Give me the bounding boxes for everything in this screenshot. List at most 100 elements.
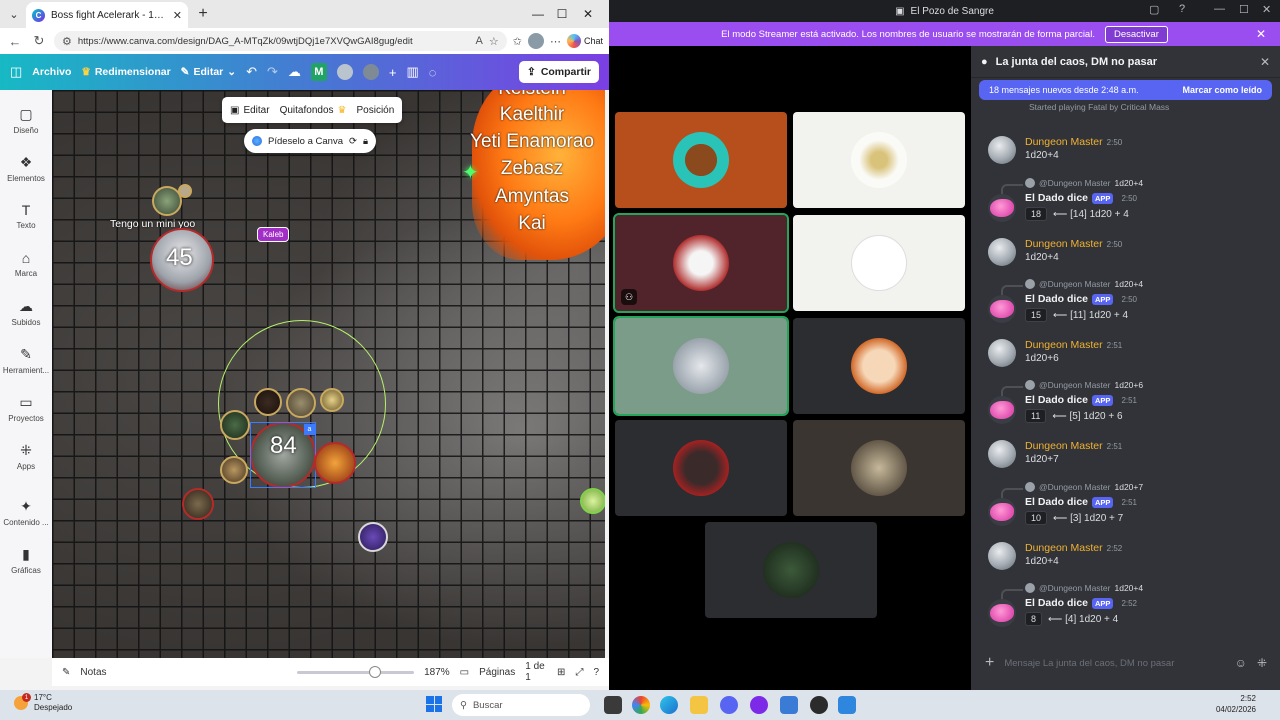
- ask-canva-button[interactable]: Pídeselo a Canva ⟳ 🔒︎: [244, 129, 377, 153]
- tab-canva[interactable]: C Boss fight Acelerark - 14.896 × 17 ✕: [26, 2, 188, 28]
- back-icon[interactable]: ←: [6, 32, 24, 50]
- token[interactable]: [220, 410, 250, 440]
- dice-bot-avatar[interactable]: [988, 295, 1016, 323]
- selection-handle[interactable]: a: [304, 424, 315, 435]
- rail-item-contenido[interactable]: ✦ Contenido ...: [0, 498, 52, 527]
- token[interactable]: [182, 488, 214, 520]
- canva-app-icon[interactable]: [750, 696, 768, 714]
- dice-bot-avatar[interactable]: [988, 194, 1016, 222]
- voice-tile[interactable]: [793, 318, 965, 414]
- zoom-level[interactable]: 187%: [424, 667, 450, 678]
- reply-preview[interactable]: @Dungeon Master 1d20+4: [1025, 583, 1143, 593]
- app-icon[interactable]: [810, 696, 828, 714]
- help-icon[interactable]: ?: [1179, 3, 1185, 15]
- attach-plus-icon[interactable]: +: [985, 654, 994, 672]
- pages-icon[interactable]: ▭: [460, 667, 469, 678]
- redimensionar-button[interactable]: ♛ Redimensionar: [81, 66, 170, 78]
- deactivate-button[interactable]: Desactivar: [1104, 25, 1168, 43]
- rail-item-proyectos[interactable]: ▭ Proyectos: [0, 394, 52, 423]
- message-input[interactable]: + Mensaje La junta del caos, DM no pasar…: [985, 650, 1267, 676]
- rail-item-apps[interactable]: ⁜ Apps: [0, 442, 52, 471]
- help-icon[interactable]: ?: [593, 667, 599, 678]
- party-member-name[interactable]: Zebasz: [462, 158, 602, 180]
- minimize-icon[interactable]: —: [1214, 3, 1225, 15]
- close-thread-icon[interactable]: ✕: [1260, 55, 1270, 69]
- chrome-icon[interactable]: [632, 696, 650, 714]
- rail-item-subidos[interactable]: ☁ Subidos: [0, 298, 52, 327]
- reply-preview[interactable]: @Dungeon Master 1d20+4: [1025, 178, 1143, 188]
- notes-icon[interactable]: ✎: [62, 667, 70, 678]
- token[interactable]: [580, 488, 605, 514]
- message-author[interactable]: El Dado dice APP 2:51: [1025, 394, 1137, 406]
- voice-tile[interactable]: [615, 112, 787, 208]
- party-member-name[interactable]: Kai: [462, 213, 602, 235]
- tab-list-dropdown-icon[interactable]: ⌄: [4, 4, 24, 24]
- dice-bot-avatar[interactable]: [988, 396, 1016, 424]
- task-view-icon[interactable]: [604, 696, 622, 714]
- insights-icon[interactable]: ▥: [406, 64, 418, 80]
- message-author[interactable]: El Dado dice APP 2:50: [1025, 293, 1137, 305]
- windows-start-icon[interactable]: [426, 696, 442, 712]
- favorites-icon[interactable]: ✩: [513, 35, 522, 48]
- share-button[interactable]: ⇪ Compartir: [519, 61, 599, 83]
- message-author[interactable]: El Dado dice APP 2:51: [1025, 496, 1137, 508]
- sidebar-toggle-icon[interactable]: ◫: [10, 64, 22, 80]
- comment-icon[interactable]: ◌: [429, 65, 437, 80]
- close-banner-icon[interactable]: ✕: [1256, 27, 1266, 41]
- inbox-icon[interactable]: ▢: [1149, 3, 1159, 16]
- system-clock[interactable]: 2:52 04/02/2026: [1216, 693, 1256, 715]
- voice-tile[interactable]: [615, 420, 787, 516]
- notes-button[interactable]: Notas: [80, 667, 106, 678]
- rotate-icon[interactable]: ⟳: [349, 136, 357, 147]
- reply-preview[interactable]: @Dungeon Master 1d20+7: [1025, 482, 1143, 492]
- quitafondos-button[interactable]: Quitafondos ♛: [280, 105, 347, 116]
- reply-preview[interactable]: @Dungeon Master 1d20+6: [1025, 380, 1143, 390]
- read-aloud-icon[interactable]: A: [476, 35, 483, 47]
- message-author[interactable]: Dungeon Master 2:50: [1025, 238, 1122, 250]
- new-tab-icon[interactable]: +: [193, 4, 213, 24]
- design-canvas[interactable]: Kelstein Kaelthir Yeti Enamorao Zebasz A…: [52, 90, 605, 658]
- dice-bot-avatar[interactable]: [988, 599, 1016, 627]
- message-author[interactable]: Dungeon Master 2:52: [1025, 542, 1122, 554]
- rail-item-herramientas[interactable]: ✎ Herramient...: [0, 346, 52, 375]
- message-author[interactable]: El Dado dice APP 2:50: [1025, 192, 1137, 204]
- party-member-name[interactable]: Kelstein: [462, 90, 602, 100]
- rail-item-elementos[interactable]: ❖ Elementos: [0, 154, 52, 183]
- dm-avatar[interactable]: [988, 136, 1016, 164]
- party-member-name[interactable]: Yeti Enamorao: [462, 131, 602, 153]
- close-window-icon[interactable]: ✕: [578, 4, 598, 24]
- dm-avatar[interactable]: [988, 440, 1016, 468]
- mark-read-button[interactable]: Marcar como leído: [1182, 85, 1262, 95]
- edit-image-button[interactable]: ▣ Editar: [230, 105, 270, 116]
- voice-tile[interactable]: [793, 215, 965, 311]
- party-member-name[interactable]: Amyntas: [462, 186, 602, 208]
- undo-icon[interactable]: ↶: [246, 64, 257, 80]
- photos-icon[interactable]: [838, 696, 856, 714]
- new-messages-bar[interactable]: 18 mensajes nuevos desde 2:48 a.m. Marca…: [979, 80, 1272, 100]
- dm-avatar[interactable]: [988, 542, 1016, 570]
- posicion-button[interactable]: Posición: [356, 105, 394, 116]
- voice-tile[interactable]: [705, 522, 877, 618]
- dm-avatar[interactable]: [988, 238, 1016, 266]
- lock-icon[interactable]: 🔒︎: [363, 136, 368, 147]
- favorite-star-icon[interactable]: ☆: [489, 35, 499, 48]
- rail-item-texto[interactable]: T Texto: [0, 202, 52, 230]
- taskbar-search[interactable]: ⚲ Buscar: [452, 694, 590, 716]
- edge-icon[interactable]: [660, 696, 678, 714]
- pages-button[interactable]: Páginas: [479, 667, 515, 678]
- apps-icon[interactable]: ⁜: [1257, 656, 1267, 670]
- grid-view-icon[interactable]: ⊞: [557, 667, 565, 678]
- maximize-icon[interactable]: ☐: [552, 4, 572, 24]
- emoji-icon[interactable]: ☺: [1235, 656, 1247, 670]
- token[interactable]: [286, 388, 316, 418]
- voice-tile[interactable]: [793, 112, 965, 208]
- site-info-icon[interactable]: ⚙: [62, 35, 72, 48]
- more-menu-icon[interactable]: ⋯: [550, 35, 561, 48]
- archivo-menu[interactable]: Archivo: [32, 66, 71, 78]
- minimize-icon[interactable]: —: [528, 4, 548, 24]
- refresh-icon[interactable]: ↻: [30, 32, 48, 50]
- rail-item-diseno[interactable]: ▢ Diseño: [0, 106, 52, 135]
- party-member-name[interactable]: Kaelthir: [462, 104, 602, 126]
- rail-item-graficas[interactable]: ▮ Gráficas: [0, 546, 52, 575]
- close-tab-icon[interactable]: ✕: [173, 9, 182, 22]
